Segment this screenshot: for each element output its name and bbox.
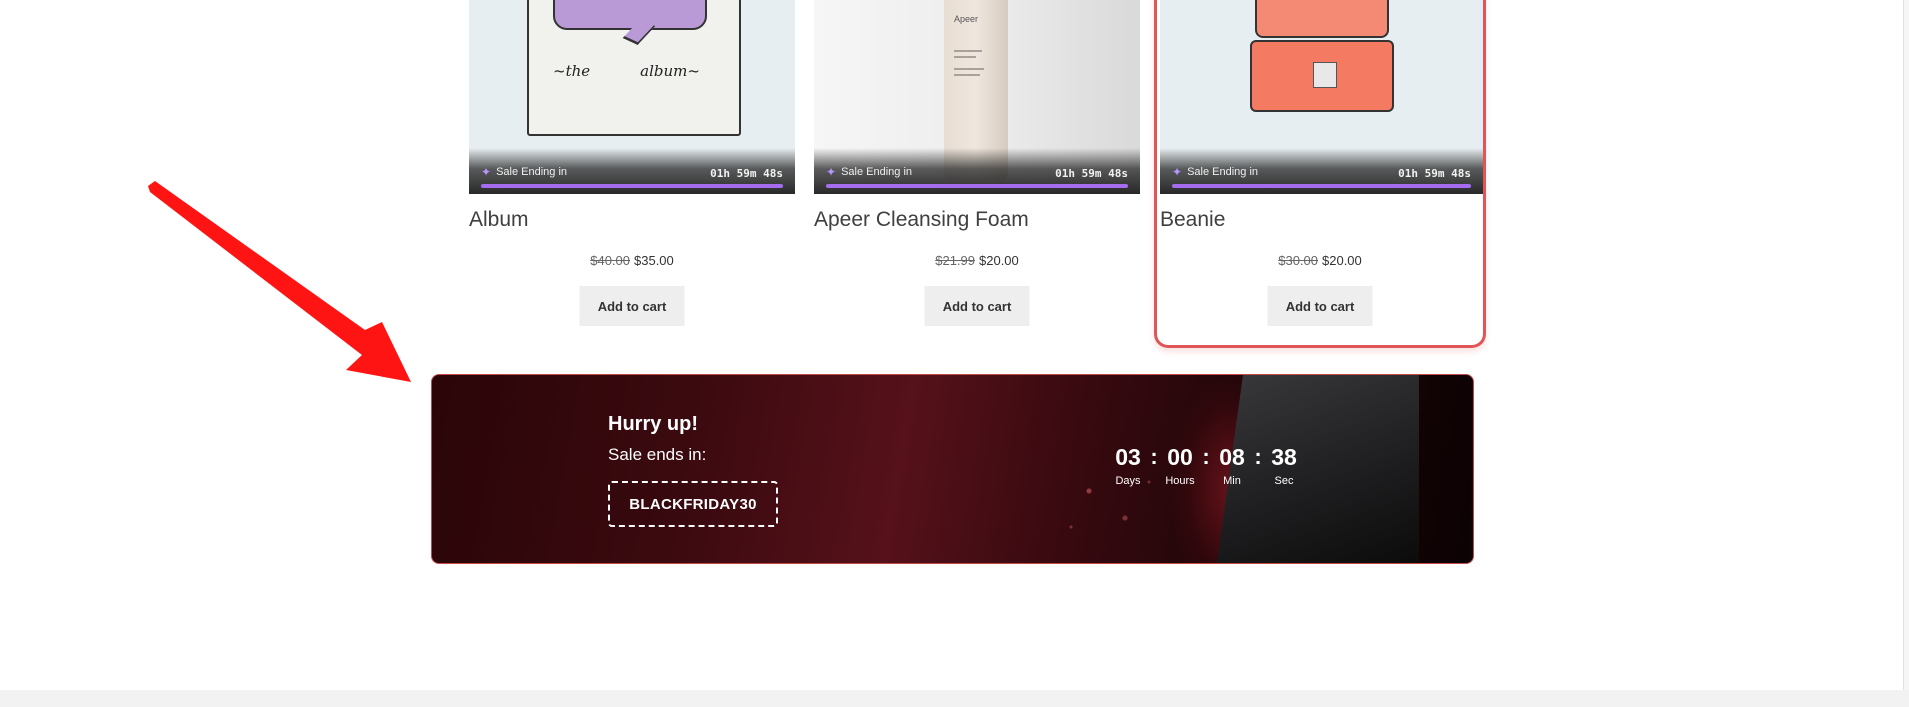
countdown-minutes: 08 Min <box>1219 444 1245 487</box>
banner-heading: Hurry up! <box>608 413 698 435</box>
add-to-cart-button[interactable]: Add to cart <box>1267 286 1373 326</box>
product-card-apeer-cleansing-foam: Apeer ✦ Sale Ending in 01h 59m 48s Apeer… <box>814 0 1140 345</box>
product-price: $40.00 $35.00 <box>469 253 795 268</box>
countdown-days: 03 Days <box>1115 444 1141 487</box>
sale-label: Sale Ending in <box>496 166 568 178</box>
product-image-beanie[interactable]: ✦ Sale Ending in 01h 59m 48s <box>1160 0 1483 194</box>
sale-time: 01h 59m 48s <box>1398 167 1471 180</box>
sparkle-icon: ✦ <box>1172 165 1183 179</box>
sale-countdown-bar: ✦ Sale Ending in 01h 59m 48s <box>1160 148 1483 194</box>
product-title[interactable]: Album <box>469 208 529 232</box>
product-card-beanie: ✦ Sale Ending in 01h 59m 48s Beanie $30.… <box>1154 0 1486 348</box>
product-title[interactable]: Apeer Cleansing Foam <box>814 208 1029 232</box>
product-price: $21.99 $20.00 <box>814 253 1140 268</box>
countdown-seconds: 38 Sec <box>1271 444 1297 487</box>
product-image-apeer-cleansing-foam[interactable]: Apeer ✦ Sale Ending in 01h 59m 48s <box>814 0 1140 194</box>
sale-countdown-bar: ✦ Sale Ending in 01h 59m 48s <box>469 148 795 194</box>
sale-time: 01h 59m 48s <box>1055 167 1128 180</box>
coupon-code[interactable]: BLACKFRIDAY30 <box>608 481 778 527</box>
sale-progress-bar <box>481 184 783 188</box>
sparkle-icon: ✦ <box>481 165 492 179</box>
sale-price: $20.00 <box>1322 253 1362 268</box>
sale-progress-bar <box>1172 184 1471 188</box>
countdown-timer: 03 Days : 00 Hours : 08 Min : 38 Sec <box>1108 443 1304 487</box>
album-poster: ~the album~ <box>527 0 741 136</box>
scrollbar[interactable] <box>1903 0 1909 690</box>
banner-subheading: Sale ends in: <box>608 445 707 464</box>
sale-label: Sale Ending in <box>1187 166 1259 178</box>
product-title[interactable]: Beanie <box>1160 208 1225 232</box>
sale-price: $35.00 <box>634 253 674 268</box>
page-footer <box>0 690 1909 707</box>
old-price: $30.00 <box>1278 253 1318 268</box>
sale-countdown-bar: ✦ Sale Ending in 01h 59m 48s <box>814 148 1140 194</box>
sale-label: Sale Ending in <box>841 166 913 178</box>
red-arrow-annotation <box>148 181 411 382</box>
sparkle-icon: ✦ <box>826 165 837 179</box>
sale-price: $20.00 <box>979 253 1019 268</box>
beanie-patch <box>1313 62 1337 88</box>
add-to-cart-button[interactable]: Add to cart <box>579 286 685 326</box>
woo-speech-bubble <box>553 0 707 30</box>
countdown-banner: Hurry up! Sale ends in: BLACKFRIDAY30 03… <box>431 374 1474 564</box>
product-card-album: ~the album~ ✦ Sale Ending in 01h 59m 48s … <box>469 0 795 345</box>
product-image-album[interactable]: ~the album~ ✦ Sale Ending in 01h 59m 48s <box>469 0 795 194</box>
old-price: $40.00 <box>590 253 630 268</box>
product-price: $30.00 $20.00 <box>1157 253 1483 268</box>
sale-time: 01h 59m 48s <box>710 167 783 180</box>
add-to-cart-button[interactable]: Add to cart <box>924 286 1030 326</box>
countdown-hours: 00 Hours <box>1165 444 1195 487</box>
sale-progress-bar <box>826 184 1128 188</box>
beanie-crown <box>1255 0 1389 38</box>
old-price: $21.99 <box>935 253 975 268</box>
